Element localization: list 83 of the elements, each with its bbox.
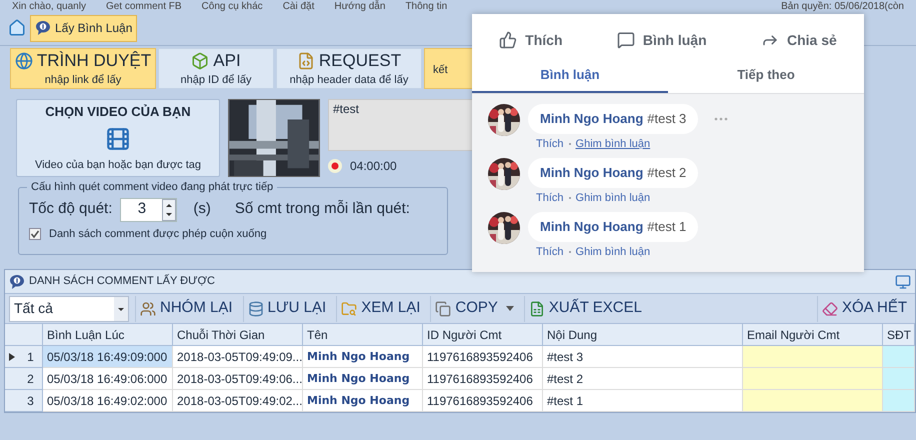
speed-label: Tốc độ quét: — [29, 199, 112, 220]
eraser-icon — [822, 300, 838, 316]
menu-item[interactable]: Xin chào, quanly — [12, 0, 86, 12]
table-cell: #test 3 — [543, 346, 743, 368]
document-icon — [296, 52, 315, 70]
table-cell: Minh Ngo Hoang — [303, 368, 423, 390]
checkbox[interactable] — [29, 228, 41, 240]
author-name[interactable]: Minh Ngo Hoang — [540, 163, 644, 182]
toolbar-button[interactable]: XUẤT EXCEL — [524, 296, 646, 322]
toolbar-button[interactable]: NHÓM LẠI — [135, 296, 237, 322]
unit-label: (s) — [193, 199, 211, 220]
pin-link[interactable]: Ghim bình luận — [576, 190, 650, 206]
action-button[interactable]: Thích — [499, 30, 563, 50]
chat-bubble-icon — [35, 20, 51, 36]
pin-link[interactable]: Ghim bình luận — [576, 136, 650, 152]
checkbox-label: Danh sách comment được phép cuộn xuống — [49, 226, 267, 242]
folder-search-icon — [341, 300, 358, 316]
table-cell — [883, 346, 915, 368]
comment-text: #test 3 — [647, 110, 686, 128]
ribbon-tab[interactable]: REQUEST nhập header data để lấy — [276, 48, 422, 89]
toolbar-button[interactable]: XEM LẠI — [336, 296, 424, 322]
panel-title: DANH SÁCH COMMENT LẤY ĐƯỢC — [29, 273, 215, 290]
menu-item[interactable]: Cài đặt — [282, 0, 314, 12]
duration-text: 04:00:00 — [350, 158, 397, 175]
menu-item[interactable]: Hướng dẫn — [334, 0, 386, 12]
comment-text: #test 2 — [647, 164, 686, 182]
table-cell: 2018-03-05T09:49:02... — [173, 390, 303, 412]
toolbar-button[interactable]: COPY — [430, 296, 518, 322]
row-header[interactable]: 1 — [5, 346, 43, 368]
table-cell: Minh Ngo Hoang — [303, 346, 423, 368]
toolbar-button[interactable]: XÓA HẾT — [816, 296, 911, 322]
like-link[interactable]: Thích — [536, 244, 564, 260]
spreadsheet-icon — [528, 300, 545, 316]
chat-bubble-icon — [9, 274, 25, 290]
speed-spinner[interactable]: 3 — [120, 198, 178, 222]
caret-icon — [114, 296, 128, 320]
action-button[interactable]: Bình luận — [616, 30, 707, 50]
table-cell: #test 2 — [543, 368, 743, 390]
speech-bubble-icon — [616, 31, 635, 49]
menu-item[interactable]: Thông tin — [405, 0, 448, 12]
group-title: Cấu hình quét comment video đang phát trực tiếp — [30, 180, 274, 195]
home-icon[interactable] — [8, 19, 26, 37]
table-cell: 1197616893592406 — [423, 390, 543, 412]
film-icon — [105, 126, 131, 152]
table-cell: 2018-03-05T09:49:06... — [173, 368, 303, 390]
pin-link[interactable]: Ghim bình luận — [576, 244, 650, 260]
table-cell: 05/03/18 16:49:02:000 — [43, 390, 173, 412]
table-cell: #test 1 — [543, 390, 743, 412]
people-icon — [140, 300, 156, 316]
table-cell — [883, 390, 915, 412]
table-cell: 1197616893592406 — [423, 346, 543, 368]
filter-dropdown[interactable]: Tất cả — [9, 296, 129, 322]
cube-icon — [191, 52, 210, 70]
count-label: Số cmt trong mỗi lần quét: — [234, 199, 410, 220]
spin-arrows-icon[interactable] — [162, 198, 176, 220]
table-cell: 2018-03-05T09:49:09... — [173, 346, 303, 368]
table-cell — [883, 368, 915, 390]
table-cell: 05/03/18 16:49:09:000 — [43, 346, 173, 368]
table-cell: 05/03/18 16:49:06:000 — [43, 368, 173, 390]
copyright-text: Bản quyền: 05/06/2018(còn — [781, 0, 904, 12]
menu-item[interactable]: Get comment FB — [106, 0, 182, 12]
more-icon[interactable] — [714, 116, 728, 121]
table-cell: 1197616893592406 — [423, 368, 543, 390]
tab[interactable]: Tiếp theo — [668, 58, 864, 93]
globe-icon — [14, 52, 33, 70]
table-cell: Minh Ngo Hoang — [303, 390, 423, 412]
toolbar-button[interactable]: LƯU LẠI — [242, 296, 330, 322]
ribbon-tab[interactable]: API nhập ID để lấy — [158, 48, 274, 89]
database-icon — [248, 300, 264, 316]
quick-tab[interactable]: Lấy Bình Luận — [30, 14, 138, 42]
copy-icon — [435, 300, 452, 316]
author-name[interactable]: Minh Ngo Hoang — [540, 217, 644, 236]
choose-video-button[interactable]: CHỌN VIDEO CỦA BẠN Video của bạn hoặc bạn được tag — [16, 99, 220, 177]
menu-item[interactable]: Công cụ khác — [202, 0, 263, 12]
ribbon-tab[interactable]: TRÌNH DUYỆT nhập link để lấy — [10, 48, 156, 89]
row-header[interactable]: 3 — [5, 390, 43, 412]
action-button[interactable]: Chia sẻ — [760, 30, 837, 50]
like-link[interactable]: Thích — [536, 190, 564, 206]
thumbs-up-icon — [499, 31, 518, 49]
row-pointer-icon — [9, 352, 15, 360]
window-icon[interactable] — [895, 274, 911, 290]
comment-text: #test 1 — [647, 218, 686, 236]
row-header[interactable]: 2 — [5, 368, 43, 390]
